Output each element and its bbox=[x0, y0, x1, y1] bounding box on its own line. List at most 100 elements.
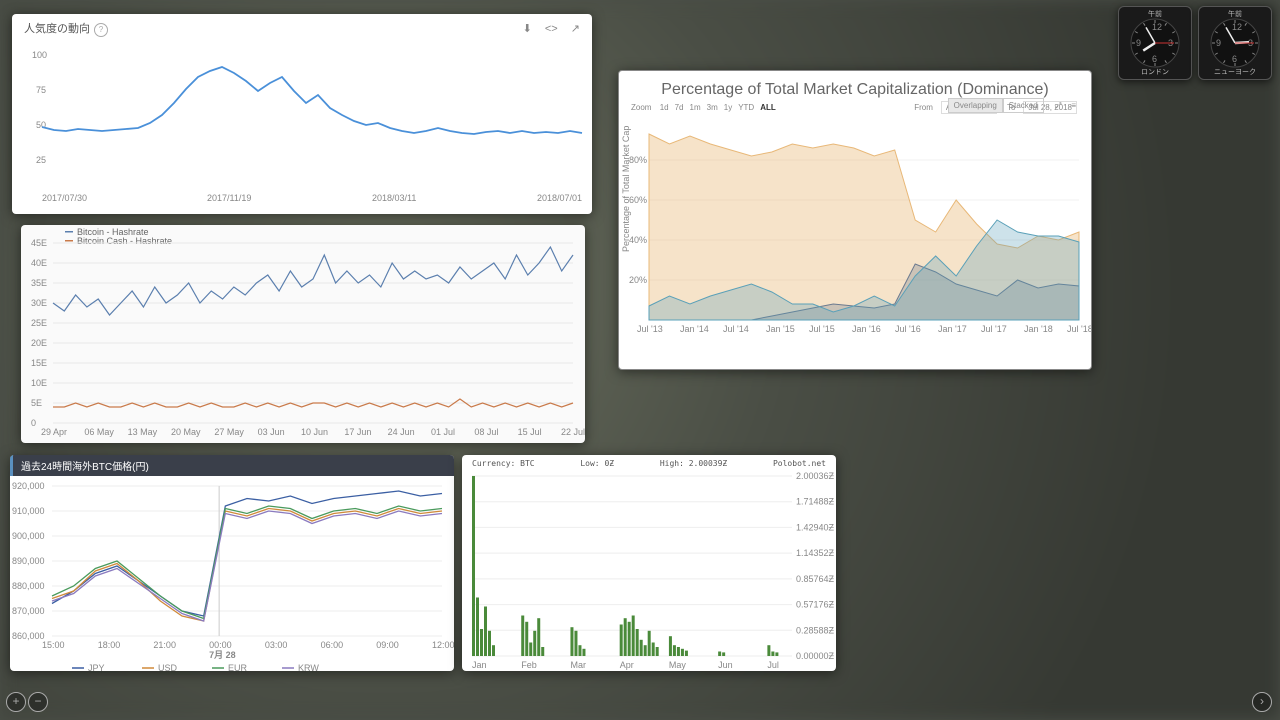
svg-text:USD: USD bbox=[158, 663, 178, 671]
svg-text:910,000: 910,000 bbox=[12, 506, 45, 516]
svg-text:Jan '18: Jan '18 bbox=[1024, 324, 1053, 334]
svg-text:0.28588Ƶ: 0.28588Ƶ bbox=[796, 625, 835, 635]
svg-text:15E: 15E bbox=[31, 358, 47, 368]
svg-text:25E: 25E bbox=[31, 318, 47, 328]
hashrate-panel: Bitcoin - Hashrate Bitcoin Cash - Hashra… bbox=[21, 225, 585, 443]
svg-text:20E: 20E bbox=[31, 338, 47, 348]
svg-text:920,000: 920,000 bbox=[12, 481, 45, 491]
next-button[interactable]: › bbox=[1252, 692, 1272, 712]
svg-text:25: 25 bbox=[36, 155, 46, 165]
svg-text:27 May: 27 May bbox=[214, 427, 244, 437]
svg-text:15:00: 15:00 bbox=[42, 640, 65, 650]
svg-text:2017/07/30: 2017/07/30 bbox=[42, 193, 87, 203]
svg-text:Jul '14: Jul '14 bbox=[723, 324, 749, 334]
svg-text:75: 75 bbox=[36, 85, 46, 95]
svg-text:Jan '15: Jan '15 bbox=[766, 324, 795, 334]
svg-text:20 May: 20 May bbox=[171, 427, 201, 437]
panel2-chart: Bitcoin - Hashrate Bitcoin Cash - Hashra… bbox=[21, 225, 585, 443]
svg-text:0.57176Ƶ: 0.57176Ƶ bbox=[796, 600, 835, 610]
svg-text:Jul '18: Jul '18 bbox=[1067, 324, 1091, 334]
high-label: High: 2.00039Ƶ bbox=[660, 459, 727, 468]
svg-text:00:00: 00:00 bbox=[209, 640, 232, 650]
low-label: Low: 0Ƶ bbox=[580, 459, 614, 468]
zoom-controls[interactable]: Zoom 1d7d1m3m1yYTDALL bbox=[631, 103, 782, 112]
svg-text:Percentage of Total Market Cap: Percentage of Total Market Cap bbox=[621, 126, 631, 252]
svg-text:Jun: Jun bbox=[718, 660, 733, 670]
svg-text:03 Jun: 03 Jun bbox=[258, 427, 285, 437]
help-icon[interactable]: ? bbox=[94, 23, 108, 37]
svg-text:Apr: Apr bbox=[620, 660, 634, 670]
svg-text:10 Jun: 10 Jun bbox=[301, 427, 328, 437]
svg-text:10E: 10E bbox=[31, 378, 47, 388]
svg-text:890,000: 890,000 bbox=[12, 556, 45, 566]
svg-text:24 Jun: 24 Jun bbox=[388, 427, 415, 437]
svg-text:2018/07/01: 2018/07/01 bbox=[537, 193, 582, 203]
svg-text:03:00: 03:00 bbox=[265, 640, 288, 650]
svg-text:12: 12 bbox=[1232, 22, 1242, 32]
svg-text:06 May: 06 May bbox=[84, 427, 114, 437]
download-icon[interactable]: ⬇ bbox=[523, 23, 532, 35]
svg-text:Jul '15: Jul '15 bbox=[809, 324, 835, 334]
svg-text:1.71488Ƶ: 1.71488Ƶ bbox=[796, 497, 835, 507]
svg-text:40%: 40% bbox=[629, 235, 647, 245]
svg-text:EUR: EUR bbox=[228, 663, 248, 671]
svg-text:29 Apr: 29 Apr bbox=[41, 427, 67, 437]
svg-text:30E: 30E bbox=[31, 298, 47, 308]
zoom-in-button[interactable]: + bbox=[6, 692, 26, 712]
svg-text:13 May: 13 May bbox=[128, 427, 158, 437]
svg-text:2017/11/19: 2017/11/19 bbox=[207, 193, 251, 203]
svg-text:Jul '16: Jul '16 bbox=[895, 324, 921, 334]
svg-text:0: 0 bbox=[31, 418, 36, 428]
svg-text:40E: 40E bbox=[31, 258, 47, 268]
svg-text:KRW: KRW bbox=[298, 663, 319, 671]
svg-text:Jan: Jan bbox=[472, 660, 487, 670]
currency-label: Currency: BTC bbox=[472, 459, 535, 468]
panel1-chart: 100 75 50 25 2017/07/30 2017/11/19 2018/… bbox=[12, 43, 592, 213]
panel1-title: 人気度の動向? bbox=[24, 20, 108, 37]
svg-text:09:00: 09:00 bbox=[376, 640, 399, 650]
svg-text:Mar: Mar bbox=[570, 660, 586, 670]
svg-text:80%: 80% bbox=[629, 155, 647, 165]
svg-text:May: May bbox=[669, 660, 687, 670]
svg-text:01 Jul: 01 Jul bbox=[431, 427, 455, 437]
svg-text:Jul '13: Jul '13 bbox=[637, 324, 663, 334]
svg-text:860,000: 860,000 bbox=[12, 631, 45, 641]
panel5-chart: 0.00000Ƶ0.28588Ƶ0.57176Ƶ0.85764Ƶ1.14352Ƶ… bbox=[462, 472, 836, 670]
svg-text:9: 9 bbox=[1136, 38, 1141, 48]
clock-london: 午前 12369 ロンドン bbox=[1118, 6, 1192, 80]
svg-text:6: 6 bbox=[1152, 54, 1157, 64]
svg-text:12:00: 12:00 bbox=[432, 640, 454, 650]
btc-price-panel: 過去24時間海外BTC価格(円) 860,000870,000880,00089… bbox=[10, 455, 454, 671]
svg-text:Bitcoin Cash - Hashrate: Bitcoin Cash - Hashrate bbox=[77, 236, 172, 246]
zoom-out-button[interactable]: − bbox=[28, 692, 48, 712]
svg-text:Jul '17: Jul '17 bbox=[981, 324, 1007, 334]
svg-text:22 Jul: 22 Jul bbox=[561, 427, 585, 437]
svg-text:9: 9 bbox=[1216, 38, 1221, 48]
svg-text:60%: 60% bbox=[629, 195, 647, 205]
svg-text:Jan '14: Jan '14 bbox=[680, 324, 709, 334]
svg-text:1.42940Ƶ: 1.42940Ƶ bbox=[796, 522, 835, 532]
share-icon[interactable]: ↗ bbox=[571, 23, 580, 35]
svg-text:880,000: 880,000 bbox=[12, 581, 45, 591]
svg-text:Jul: Jul bbox=[767, 660, 779, 670]
svg-text:17 Jun: 17 Jun bbox=[344, 427, 371, 437]
svg-text:1.14352Ƶ: 1.14352Ƶ bbox=[796, 548, 835, 558]
svg-text:870,000: 870,000 bbox=[12, 606, 45, 616]
svg-text:45E: 45E bbox=[31, 238, 47, 248]
svg-text:18:00: 18:00 bbox=[98, 640, 121, 650]
svg-text:35E: 35E bbox=[31, 278, 47, 288]
svg-text:12: 12 bbox=[1152, 22, 1162, 32]
panel3-chart: 860,000870,000880,000890,000900,000910,0… bbox=[10, 476, 454, 671]
embed-icon[interactable]: <> bbox=[545, 23, 558, 35]
svg-text:06:00: 06:00 bbox=[321, 640, 344, 650]
svg-text:Feb: Feb bbox=[521, 660, 537, 670]
svg-text:2018/03/11: 2018/03/11 bbox=[372, 193, 416, 203]
layout-toggle[interactable]: OverlappingStacked ⤢≡ bbox=[948, 101, 1081, 111]
svg-text:6: 6 bbox=[1232, 54, 1237, 64]
svg-text:20%: 20% bbox=[629, 275, 647, 285]
dominance-panel: Percentage of Total Market Capitalizatio… bbox=[618, 70, 1092, 370]
svg-text:15 Jul: 15 Jul bbox=[518, 427, 542, 437]
svg-text:Jan '16: Jan '16 bbox=[852, 324, 881, 334]
panel4-chart: Percentage of Total Market Cap 20% 40% 60%… bbox=[619, 112, 1091, 350]
svg-text:Jan '17: Jan '17 bbox=[938, 324, 967, 334]
